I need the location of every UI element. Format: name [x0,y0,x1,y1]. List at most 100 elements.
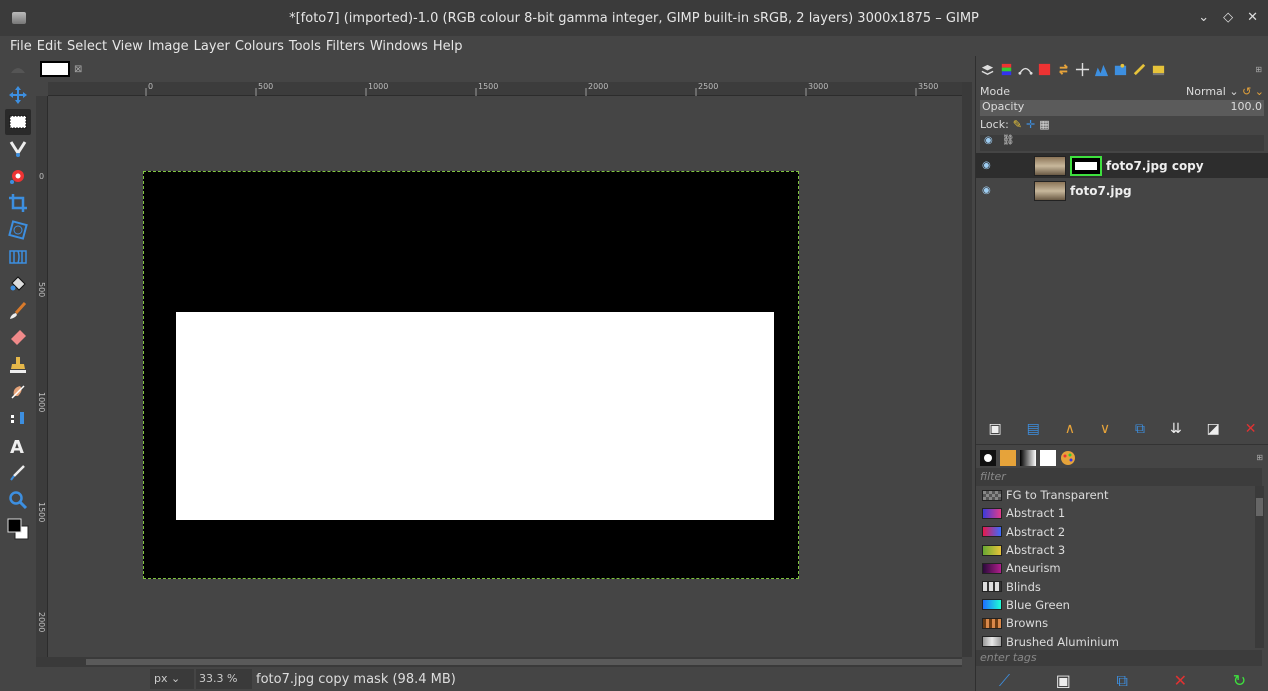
add-mask-icon[interactable]: ◪ [1207,421,1220,437]
image-tab-thumbnail[interactable] [40,61,70,77]
gradient-item[interactable]: Aneurism [976,559,1254,577]
paintbrush-tool-icon[interactable] [5,298,31,324]
color-picker-tool-icon[interactable] [5,460,31,486]
image-tab-icon[interactable] [1113,62,1128,77]
undo-history-tab-icon[interactable] [1056,62,1071,77]
menu-layer[interactable]: Layer [194,39,230,54]
pointer-tab-icon[interactable] [1075,62,1090,77]
fg-bg-color-swatch[interactable] [5,514,31,544]
histogram-tab-icon[interactable] [1094,62,1109,77]
menu-colours[interactable]: Colours [235,39,284,54]
merge-down-icon[interactable]: ⇊ [1170,421,1182,437]
new-layer-icon[interactable]: ▣ [988,421,1001,437]
duplicate-gradient-icon[interactable]: ⧉ [1117,671,1128,691]
delete-layer-icon[interactable]: ✕ [1245,421,1257,437]
tool-presets-tab-icon[interactable] [1132,62,1147,77]
menu-file[interactable]: File [10,39,32,54]
colormap-tab-icon[interactable] [1037,62,1052,77]
gradient-item[interactable]: Abstract 2 [976,523,1254,541]
dodge-tool-icon[interactable] [5,406,31,432]
dock-menu-icon[interactable]: ⊞ [1255,65,1262,74]
move-tool-icon[interactable] [5,82,31,108]
menu-tools[interactable]: Tools [289,39,321,54]
gradient-item[interactable]: Blinds [976,577,1254,595]
gradient-item[interactable]: Abstract 3 [976,541,1254,559]
gradient-name: Browns [1006,616,1049,631]
palettes-tab-icon[interactable] [1040,449,1056,466]
smudge-tool-icon[interactable] [5,379,31,405]
image-tab-bar: ⊠ [36,56,972,82]
gradient-item[interactable]: FG to Transparent [976,486,1254,504]
tab-close-icon[interactable]: ⊠ [74,64,82,75]
opacity-slider[interactable]: Opacity 100.0 [980,100,1264,116]
gradients-tab-icon[interactable] [1020,449,1036,466]
fuzzy-select-tool-icon[interactable] [5,136,31,162]
lock-position-icon[interactable]: ✛ [1026,118,1035,131]
image-canvas[interactable] [143,171,799,579]
maximize-icon[interactable]: ◇ [1223,10,1233,25]
duplicate-layer-icon[interactable]: ⧉ [1135,421,1145,437]
raise-layer-icon[interactable]: ∧ [1065,421,1075,437]
eraser-tool-icon[interactable] [5,325,31,351]
layer-mask-thumbnail[interactable] [1070,155,1102,176]
gradient-filter-input[interactable]: filter [976,468,1262,486]
layers-buttons: ▣ ▤ ∧ ∨ ⧉ ⇊ ◪ ✕ [976,418,1268,440]
eye-icon[interactable]: ◉ [982,160,998,171]
fonts-tab-icon[interactable] [1060,450,1076,466]
tags-input[interactable]: enter tags [976,650,1262,666]
canvas-area[interactable]: 0 500 1000 1500 2000 2500 3000 3500 0 50… [36,82,972,667]
layer-row[interactable]: ◉ foto7.jpg [976,178,1268,203]
menu-help[interactable]: Help [433,39,463,54]
menu-edit[interactable]: Edit [37,39,62,54]
gradient-scrollbar[interactable] [1255,486,1264,648]
warp-transform-tool-icon[interactable] [5,244,31,270]
delete-gradient-icon[interactable]: ✕ [1174,671,1187,690]
layers-tab-icon[interactable] [980,62,995,77]
gradient-item[interactable]: Abstract 1 [976,504,1254,522]
layer-row[interactable]: ◉ foto7.jpg copy [976,153,1268,178]
crop-tool-icon[interactable] [5,190,31,216]
refresh-gradients-icon[interactable]: ↻ [1233,671,1246,690]
unified-transform-tool-icon[interactable] [5,217,31,243]
ruler-label: 2000 [37,612,46,633]
close-icon[interactable]: ✕ [1247,10,1258,25]
new-layer-group-icon[interactable]: ▤ [1027,421,1040,437]
lock-alpha-icon[interactable]: ▦ [1039,118,1049,131]
text-tool-icon[interactable]: A [5,433,31,459]
menu-filters[interactable]: Filters [326,39,365,54]
opacity-value[interactable]: 100.0 [1231,100,1263,116]
mode-reset-icon[interactable]: ↺ ⌄ [1242,85,1264,98]
paths-tab-icon[interactable] [1018,62,1033,77]
menu-select[interactable]: Select [67,39,107,54]
clone-tool-icon[interactable] [5,352,31,378]
unit-select[interactable]: px ⌄ [150,669,194,689]
menu-image[interactable]: Image [148,39,189,54]
bucket-fill-tool-icon[interactable] [5,271,31,297]
mode-select[interactable]: Normal ⌄ ↺ ⌄ [1186,85,1264,98]
gradient-item[interactable]: Browns [976,614,1254,632]
gradient-item[interactable]: Brushed Aluminium [976,632,1254,648]
horizontal-scrollbar[interactable] [36,657,962,667]
scrollbar-thumb[interactable] [86,659,962,665]
document-history-tab-icon[interactable] [1151,62,1166,77]
brushes-tab-icon[interactable] [980,449,996,466]
zoom-tool-icon[interactable] [5,487,31,513]
dock-menu-icon[interactable]: ⊞ [1256,453,1263,462]
vertical-scrollbar[interactable] [962,82,972,657]
new-gradient-icon[interactable]: ▣ [1056,671,1071,690]
gradient-item[interactable]: Blue Green [976,596,1254,614]
scrollbar-thumb[interactable] [1256,498,1263,516]
rect-select-tool-icon[interactable] [5,109,31,135]
menu-view[interactable]: View [112,39,143,54]
menu-windows[interactable]: Windows [370,39,428,54]
lock-pixels-icon[interactable]: ✎ [1013,118,1022,131]
lower-layer-icon[interactable]: ∨ [1100,421,1110,437]
gimp-wilber-icon [5,57,31,81]
channels-tab-icon[interactable] [999,62,1014,77]
zoom-select[interactable]: 33.3 % ⌄ [196,669,252,691]
edit-gradient-icon[interactable]: ⟋ [999,671,1010,691]
patterns-tab-icon[interactable] [1000,449,1016,466]
minimize-icon[interactable]: ⌄ [1198,10,1209,25]
foreground-select-tool-icon[interactable] [5,163,31,189]
eye-icon[interactable]: ◉ [982,185,998,196]
